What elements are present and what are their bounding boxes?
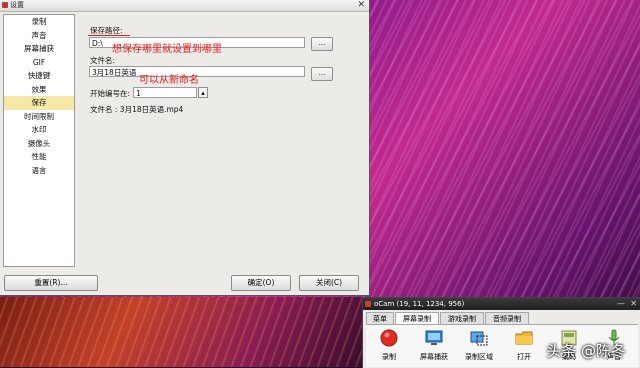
tool-label: 录制 [382,353,396,361]
tool-label: 录制区域 [465,353,493,361]
tool-label: 打开 [517,353,531,361]
start-number-label: 开始编号在: [90,89,131,98]
start-number-field[interactable]: 1 [133,87,197,98]
ok-button[interactable]: 确定(O) [231,275,291,291]
desktop-background-lower [0,297,362,367]
sidebar-item-language[interactable]: 语言 [4,164,74,178]
sidebar-item-record[interactable]: 录制 [4,15,74,29]
filename-browse-button[interactable]: ... [311,67,333,81]
settings-dialog: 设置 ✕ 录制 声音 屏幕捕获 GIF 快捷键 效果 保存 时间限制 水印 摄像… [0,0,370,296]
ocam-title: oCam (19, 11, 1234, 956) [374,300,465,308]
annotation-save-path: 想保存哪里就设置到哪里 [112,44,222,55]
reset-button[interactable]: 重置(R)... [4,275,98,291]
filename-label: 文件名: [90,56,116,65]
app-icon [2,2,8,8]
record-button[interactable]: 录制 [368,327,410,365]
dialog-title: 设置 [10,1,24,9]
close-icon[interactable]: ✕ [357,0,365,11]
dialog-titlebar[interactable]: 设置 ✕ [0,0,369,12]
settings-sidebar: 录制 声音 屏幕捕获 GIF 快捷键 效果 保存 时间限制 水印 摄像头 性能 … [3,14,75,267]
sidebar-item-webcam[interactable]: 摄像头 [4,137,74,151]
sidebar-item-performance[interactable]: 性能 [4,150,74,164]
sidebar-item-capture[interactable]: 屏幕捕获 [4,42,74,56]
sidebar-item-gif[interactable]: GIF [4,56,74,70]
folder-icon [515,331,533,345]
record-region-button[interactable]: 录制区域 [458,327,500,365]
ocam-titlebar[interactable]: oCam (19, 11, 1234, 956) — ✕ [363,298,640,310]
tab-game-record[interactable]: 游戏录制 [440,312,484,324]
save-path-browse-button[interactable]: ... [311,37,333,51]
tab-audio-record[interactable]: 音频录制 [485,312,529,324]
tab-menu[interactable]: 菜单 [366,312,394,324]
minimize-icon[interactable]: — [617,298,625,310]
spinner-icon[interactable]: ▴ [198,87,208,98]
sidebar-item-watermark[interactable]: 水印 [4,123,74,137]
annotation-filename: 可以从新命名 [139,75,199,86]
monitor-icon [425,330,443,345]
annotation-underline [88,35,130,36]
ocam-app-icon [365,301,371,307]
screen-capture-button[interactable]: 屏幕捕获 [413,327,455,365]
tool-label: 屏幕捕获 [420,353,448,361]
region-icon [470,331,488,346]
save-settings-panel: 保存路径: D:\ ... 想保存哪里就设置到哪里 文件名: 3月18日英语 .… [80,14,365,265]
sidebar-item-hotkeys[interactable]: 快捷键 [4,69,74,83]
sidebar-item-save[interactable]: 保存 [4,96,74,110]
sidebar-item-effects[interactable]: 效果 [4,83,74,97]
close-button[interactable]: 关闭(C) [299,275,359,291]
filename-preview: 文件名 : 3月18日英语.mp4 [90,105,184,114]
record-icon [380,329,398,347]
open-button[interactable]: 打开 [503,327,545,365]
sidebar-item-sound[interactable]: 声音 [4,29,74,43]
watermark: 头条 @陈冬 [546,342,626,360]
sidebar-item-time-limit[interactable]: 时间限制 [4,110,74,124]
close-icon[interactable]: ✕ [630,298,637,310]
